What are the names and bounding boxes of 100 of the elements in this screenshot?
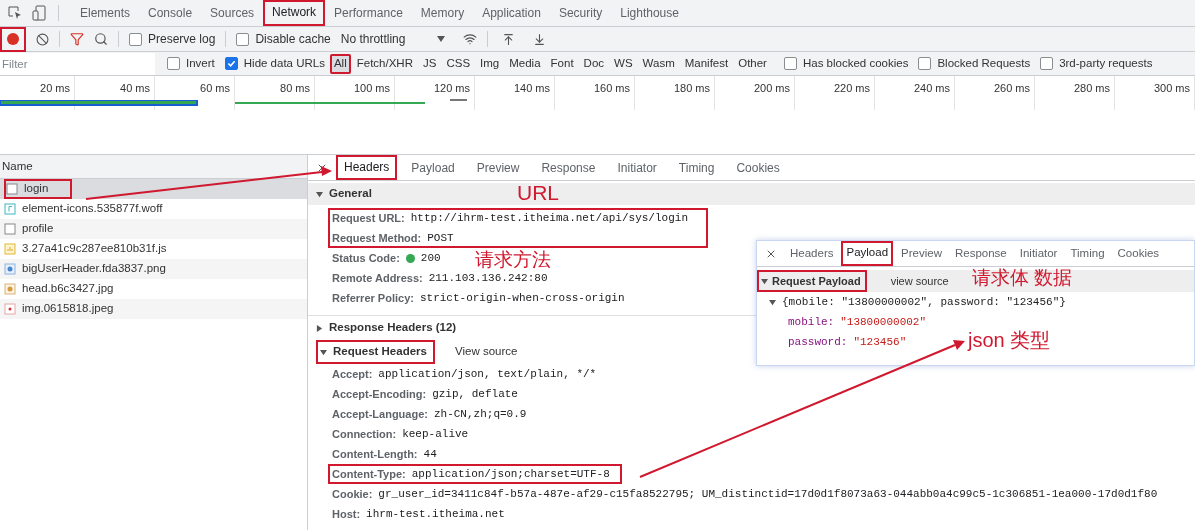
time-tick: 160 ms — [593, 81, 630, 96]
inspect-icon[interactable] — [8, 6, 22, 20]
detail-tab[interactable]: Timing — [670, 155, 723, 180]
search-icon[interactable] — [94, 32, 108, 46]
checkbox[interactable] — [167, 57, 180, 70]
filter-field[interactable]: Filter — [0, 52, 155, 75]
type-filter[interactable]: Fetch/XHR — [352, 53, 417, 74]
detail-tab[interactable]: Payload — [403, 155, 463, 180]
header-value: 44 — [423, 446, 437, 462]
detail-tab[interactable]: Payload — [841, 241, 894, 266]
time-tick: 80 ms — [280, 81, 310, 96]
expand-caret-icon[interactable] — [761, 277, 768, 285]
detail-tab[interactable]: Response — [533, 155, 604, 180]
throttling-dropdown[interactable]: No throttling — [340, 30, 446, 48]
header-name: Host: — [332, 506, 361, 522]
header-name: Request Method: — [332, 230, 422, 246]
detail-tab[interactable]: Response — [949, 241, 1012, 266]
type-filter[interactable]: Media — [505, 53, 545, 74]
header-name: Content-Length: — [332, 446, 418, 462]
panel-tab[interactable]: Elements — [71, 0, 140, 26]
filter-icon[interactable] — [70, 32, 84, 46]
type-filter[interactable]: CSS — [442, 53, 475, 74]
type-filter[interactable]: JS — [419, 53, 441, 74]
detail-tab[interactable]: Timing — [1065, 241, 1110, 266]
type-filter[interactable]: Manifest — [680, 53, 733, 74]
type-filter[interactable]: Wasm — [638, 53, 679, 74]
panel-tab[interactable]: Security — [549, 0, 612, 26]
section-title[interactable]: Request Headers — [316, 340, 435, 364]
detail-tab[interactable]: Cookies — [728, 155, 788, 180]
header-name: Accept: — [332, 366, 373, 382]
request-row[interactable]: img.0615818.jpeg — [0, 299, 307, 319]
expand-caret-icon[interactable] — [320, 348, 327, 356]
type-filter[interactable]: Img — [476, 53, 504, 74]
device-icon[interactable] — [32, 5, 46, 21]
detail-tab[interactable]: Cookies — [1112, 241, 1165, 266]
request-row[interactable]: profile — [0, 219, 307, 239]
panel-tab[interactable]: Lighthouse — [611, 0, 688, 26]
type-filter[interactable]: Other — [734, 53, 771, 74]
panel-tab[interactable]: Console — [139, 0, 202, 26]
request-name: bigUserHeader.fda3837.png — [22, 261, 166, 277]
checkbox-label: Hide data URLs — [243, 55, 325, 71]
checkbox[interactable] — [918, 57, 932, 70]
panel-tab[interactable]: Memory — [411, 0, 474, 26]
panel-tab[interactable]: Network — [263, 0, 326, 26]
time-tick: 260 ms — [993, 81, 1030, 96]
header-value: application/json;charset=UTF-8 — [411, 466, 610, 482]
property-key: password: — [788, 333, 848, 351]
header-value: keep-alive — [402, 426, 469, 442]
detail-tab[interactable]: Preview — [468, 155, 528, 180]
header-value: application/json, text/plain, */* — [378, 366, 597, 382]
record-button[interactable] — [0, 26, 26, 52]
detail-tab[interactable]: Preview — [896, 241, 947, 266]
view-source-link[interactable]: View source — [454, 343, 518, 361]
panel-tab[interactable]: Sources — [201, 0, 264, 26]
section-title[interactable]: General — [329, 185, 372, 203]
header-value: 211.103.136.242:80 — [428, 270, 548, 286]
expand-caret-icon[interactable] — [316, 190, 323, 198]
panel-tab[interactable]: Performance — [325, 0, 412, 26]
header-value: POST — [427, 230, 454, 246]
annotation-text: 请求方法 — [475, 250, 551, 269]
detail-tab[interactable]: Initiator — [1014, 241, 1063, 266]
expand-caret-icon[interactable] — [769, 298, 776, 306]
download-icon[interactable] — [533, 32, 547, 46]
checkbox[interactable] — [783, 57, 797, 70]
panel-tab[interactable]: Application — [473, 0, 550, 26]
upload-icon[interactable] — [502, 32, 516, 46]
checkbox[interactable] — [129, 32, 142, 46]
detail-tab[interactable]: Headers — [336, 155, 398, 180]
detail-tab[interactable]: Initiator — [609, 155, 665, 180]
checkbox[interactable] — [224, 57, 238, 70]
time-tick: 100 ms — [353, 81, 390, 96]
checkbox[interactable] — [1040, 57, 1054, 70]
clear-icon[interactable] — [36, 32, 49, 46]
header-name: Connection: — [332, 426, 397, 442]
time-tick: 140 ms — [513, 81, 550, 96]
annotation-text: json 类型 — [968, 330, 1051, 350]
view-source-link[interactable]: view source — [890, 272, 949, 290]
section-title[interactable]: Response Headers (12) — [329, 319, 457, 337]
header-name: Request URL: — [332, 210, 405, 226]
network-conditions-icon[interactable] — [463, 32, 478, 46]
property-key: mobile: — [788, 313, 835, 331]
request-row[interactable]: login — [0, 179, 307, 199]
time-tick: 60 ms — [200, 81, 230, 96]
type-filter[interactable]: WS — [610, 53, 637, 74]
checkbox-label: Preserve log — [148, 31, 216, 48]
detail-tab[interactable]: Headers — [785, 241, 839, 266]
header-value: gr_user_id=3411c84f-b57a-487e-af29-c15fa8522795; UM_distinctid=17d0d1f8073a63-044abb0a4c99c5-1c306851-1ea000-17d0d1f80 — [378, 486, 1158, 502]
header-value: ihrm-test.itheima.net — [366, 506, 505, 522]
expand-caret-icon[interactable] — [316, 324, 323, 332]
time-tick: 280 ms — [1073, 81, 1110, 96]
request-row[interactable]: bigUserHeader.fda3837.png — [0, 259, 307, 279]
type-filter[interactable]: Doc — [579, 53, 609, 74]
checkbox-label: Invert — [186, 55, 215, 71]
payload-summary: {mobile: "13800000002", password: "123456"} — [782, 294, 1066, 310]
request-name: img.0615818.jpeg — [22, 301, 114, 317]
type-filter[interactable]: All — [329, 53, 351, 74]
time-tick: 20 ms — [40, 81, 70, 96]
type-filter[interactable]: Font — [546, 53, 578, 74]
checkbox[interactable] — [236, 32, 250, 46]
section-title[interactable]: Request Payload — [757, 270, 867, 292]
